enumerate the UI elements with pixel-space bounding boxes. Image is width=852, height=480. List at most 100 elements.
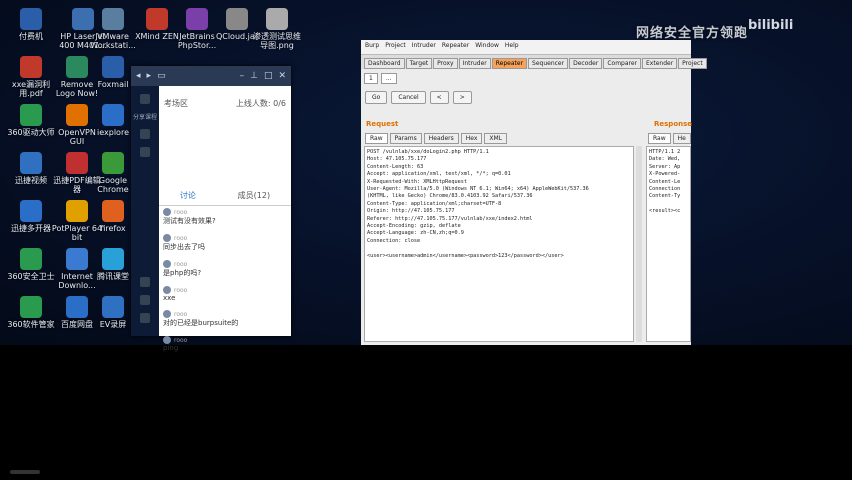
desktop-icon-label: 渗透测试思维导图.png [253,32,301,50]
window-icon[interactable]: ▭ [157,71,166,81]
avatar[interactable] [163,208,171,216]
app-icon [66,56,88,78]
request-tab-params[interactable]: Params [389,133,422,144]
menu-item-window[interactable]: Window [475,42,499,52]
request-editor[interactable]: POST /vulnlab/xxe/doLogin2.php HTTP/1.1 H… [364,146,634,342]
tab-intruder[interactable]: Intruder [458,58,491,69]
desktop-icon[interactable]: 付费机 [4,8,58,41]
message-text: 是php的吗? [163,269,202,277]
screen-icon[interactable] [140,129,150,139]
menu-item-help[interactable]: Help [505,42,519,52]
message-list: rooo 测试有没有效果? rooo 同步出去了吗 rooo 是php的吗? rooo xxe… [163,208,289,360]
request-line: Origin: http://47.105.75.177 [367,208,455,215]
app-icon [66,296,88,318]
menu-item-intruder[interactable]: Intruder [412,42,436,52]
response-line: Content-Ty [649,193,681,200]
avatar[interactable] [163,286,171,294]
maximize-icon[interactable]: □ [264,71,273,81]
hand-icon[interactable] [140,277,150,287]
share-course-icon[interactable] [140,94,150,104]
response-tab-raw[interactable]: Raw [648,133,671,144]
message-text: 测试有没有效果? [163,217,216,225]
message-text: ping [163,344,179,352]
button-cancel[interactable]: Cancel [391,91,426,104]
avatar[interactable] [163,336,171,344]
repeater-buttons: Go Cancel < > [361,88,691,107]
repeater-tab-1[interactable]: 1 [364,73,378,84]
app-icon [102,152,124,174]
request-line: Accept-Encoding: gzip, deflate [367,223,461,230]
message-author: rooo [174,336,188,344]
response-line: Connection [649,186,681,193]
tab-extender[interactable]: Extender [642,58,678,69]
app-icon [20,200,42,222]
progress-indicator [10,470,40,474]
button-go[interactable]: Go [365,91,388,104]
burp-menubar: Burp Project Intruder Repeater Window Help [361,40,691,55]
tab-dashboard[interactable]: Dashboard [364,58,405,69]
pin-icon[interactable]: ⊥ [250,71,258,81]
chat-message: rooo 对的已经是burpsuite的 [163,310,289,328]
desktop-icon-label: 付费机 [19,32,43,41]
desktop-icon[interactable]: 渗透测试思维导图.png [250,8,304,50]
response-tab-he[interactable]: He [672,133,691,144]
response-title: Response [654,120,693,128]
request-line: User-Agent: Mozilla/5.0 (Windows NT 6.1;… [367,186,589,193]
close-icon[interactable]: ✕ [278,71,286,81]
burp-main-tabs: Dashboard Target Proxy Intruder Repeater Sequ… [361,55,707,69]
message-author: rooo [174,286,188,294]
tab-comparer[interactable]: Comparer [603,58,642,69]
forward-icon[interactable]: ▸ [147,71,152,81]
app-icon [20,296,42,318]
tab-target[interactable]: Target [405,58,433,69]
tab-sequencer[interactable]: Sequencer [528,58,569,69]
app-icon [226,8,248,30]
request-tab-headers[interactable]: Headers [423,133,459,144]
chat-message: rooo 测试有没有效果? [163,208,289,226]
response-line: <result><c [649,208,681,215]
minimize-icon[interactable]: – [240,71,245,81]
menu-item-repeater[interactable]: Repeater [442,42,469,52]
response-line [649,201,688,208]
app-icon [20,56,42,78]
repeater-tab-new[interactable]: ... [380,73,397,84]
chat-body: 考场区 上线人数: 0/6 讨论 成员(12) rooo 测试有没有效果? rooo… [159,86,291,352]
avatar[interactable] [163,234,171,242]
button--[interactable]: < [429,91,449,104]
message-author: rooo [174,234,188,242]
request-line: X-Requested-With: XMLHttpRequest [367,178,467,185]
response-viewer[interactable]: HTTP/1.1 2 Date: Wed, Server: Ap X-Powered-… [646,146,691,342]
request-scrollbar[interactable] [636,146,642,342]
tab-repeater[interactable]: Repeater [491,58,528,69]
bilibili-logo: bilibili [748,18,794,33]
request-tab-raw[interactable]: Raw [365,133,388,144]
response-line: Server: Ap [649,163,681,170]
tab-members[interactable]: 成员(12) [238,190,270,201]
online-count: 上线人数: 0/6 [235,99,286,108]
black-area [0,345,852,480]
chat-titlebar: ◂ ▸ ▭ – ⊥ □ ✕ [131,66,291,86]
avatar[interactable] [163,310,171,318]
request-tab-xml[interactable]: XML [484,133,508,144]
tab-discussion[interactable]: 讨论 [180,190,196,201]
chat-message: rooo 同步出去了吗 [163,234,289,252]
app-icon [66,104,88,126]
back-icon[interactable]: ◂ [136,71,141,81]
button--[interactable]: > [452,91,472,104]
app-icon [20,104,42,126]
watermark-text: 网络安全官方领跑 [636,26,749,41]
tab-decoder[interactable]: Decoder [569,58,603,69]
menu-item-project[interactable]: Project [385,42,406,52]
tab-proxy[interactable]: Proxy [433,58,458,69]
menu-item-burp[interactable]: Burp [365,42,379,52]
camera-icon[interactable] [140,147,150,157]
request-tab-hex[interactable]: Hex [460,133,483,144]
volume-icon[interactable] [140,313,150,323]
app-icon [102,56,124,78]
avatar[interactable] [163,260,171,268]
mic-icon[interactable] [140,295,150,305]
request-line: Connection: close [367,237,421,244]
chat-side-strip: 分享课程 [131,86,159,336]
tab-project[interactable]: Project [678,58,707,69]
app-icon [66,200,88,222]
